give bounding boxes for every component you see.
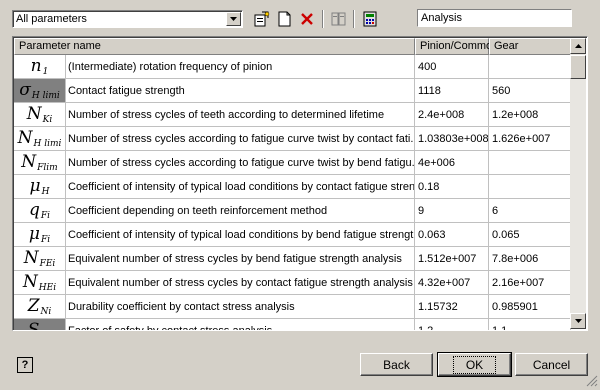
- parameter-symbol: n1: [14, 55, 66, 79]
- cancel-button[interactable]: Cancel: [515, 353, 588, 376]
- scroll-thumb[interactable]: [570, 55, 586, 79]
- gear-value-cell[interactable]: 6: [489, 199, 571, 223]
- pinion-value-cell[interactable]: 4.32e+007: [415, 271, 489, 295]
- properties-icon[interactable]: [253, 10, 271, 28]
- pinion-value-cell[interactable]: 1.2: [415, 319, 489, 330]
- parameter-name-cell: Contact fatigue strength: [66, 79, 415, 103]
- parameter-name-cell: Number of stress cycles according to fat…: [66, 151, 415, 175]
- scroll-up-icon[interactable]: [570, 38, 586, 54]
- parameter-symbol: N Ki: [14, 103, 66, 127]
- cancel-button-label: Cancel: [532, 357, 571, 372]
- ok-button[interactable]: OK: [437, 352, 512, 377]
- parameter-symbol: NH limi: [14, 127, 66, 151]
- gear-value-cell[interactable]: 2.16e+007: [489, 271, 571, 295]
- pinion-value-cell[interactable]: 1.512e+007: [415, 247, 489, 271]
- gear-value-cell[interactable]: 0.065: [489, 223, 571, 247]
- parameter-name-cell: (Intermediate) rotation frequency of pin…: [66, 55, 415, 79]
- pinion-value-cell[interactable]: 0.18: [415, 175, 489, 199]
- pinion-value-cell[interactable]: 0.063: [415, 223, 489, 247]
- table-row[interactable]: n 1 (Intermediate) rotation frequency of p…: [14, 55, 571, 79]
- parameter-symbol: N HEi: [14, 271, 66, 295]
- ok-button-label: OK: [452, 355, 497, 374]
- parameter-name-cell: Durability coefficient by contact stress…: [66, 295, 415, 319]
- resize-grip-icon[interactable]: [586, 375, 598, 387]
- parameter-name-cell: Coefficient of intensity of typical load…: [66, 223, 415, 247]
- table-row[interactable]: N Ki Number of stress cycles of teeth acco…: [14, 103, 571, 127]
- column-header-gear[interactable]: Gear: [489, 38, 571, 55]
- gear-value-cell[interactable]: 7.8e+006: [489, 247, 571, 271]
- parameter-symbol: σH limi: [14, 79, 66, 103]
- parameter-name-cell: Equivalent number of stress cycles by co…: [66, 271, 415, 295]
- table-row[interactable]: Z Ni Durability coefficient by contact str…: [14, 295, 571, 319]
- parameter-filter-select[interactable]: All parameters: [12, 10, 243, 28]
- table-row[interactable]: μ H Coefficient of intensity of typical lo…: [14, 175, 571, 199]
- gear-value-cell[interactable]: [489, 151, 571, 175]
- table-row[interactable]: N FEi Equivalent number of stress cycles b…: [14, 247, 571, 271]
- parameter-symbol: SHi: [14, 319, 66, 330]
- parameter-name-cell: Coefficient of intensity of typical load…: [66, 175, 415, 199]
- parameter-symbol: μH: [14, 175, 66, 199]
- gear-value-cell[interactable]: [489, 175, 571, 199]
- scroll-down-icon[interactable]: [570, 313, 586, 329]
- analysis-label: Analysis: [421, 12, 462, 24]
- gear-value-cell[interactable]: [489, 55, 571, 79]
- columns-icon[interactable]: [330, 10, 348, 28]
- pinion-value-cell[interactable]: 9: [415, 199, 489, 223]
- help-icon[interactable]: ?: [17, 357, 33, 373]
- parameter-name-cell: Factor of safety by contact stress analy…: [66, 319, 415, 330]
- parameter-symbol: μ Fi: [14, 223, 66, 247]
- parameter-symbol: Z Ni: [14, 295, 66, 319]
- parameter-symbol: q Fi: [14, 199, 66, 223]
- table-row[interactable]: N Flim Number of stress cycles according t…: [14, 151, 571, 175]
- toolbar-separator: [353, 10, 354, 28]
- pinion-value-cell[interactable]: 2.4e+008: [415, 103, 489, 127]
- back-button[interactable]: Back: [360, 353, 433, 376]
- parameter-name-cell: Coefficient depending on teeth reinforce…: [66, 199, 415, 223]
- chevron-down-icon[interactable]: [226, 12, 241, 26]
- table-row[interactable]: μ Fi Coefficient of intensity of typical l…: [14, 223, 571, 247]
- parameter-name-cell: Equivalent number of stress cycles by be…: [66, 247, 415, 271]
- back-button-label: Back: [383, 357, 410, 372]
- toolbar-separator: [322, 10, 323, 28]
- column-header-pinion[interactable]: Pinion/Common: [415, 38, 498, 55]
- pinion-value-cell[interactable]: 1.15732: [415, 295, 489, 319]
- parameter-filter-value: All parameters: [16, 13, 87, 25]
- table-row[interactable]: σH limi Contact fatigue strength 1118 560: [14, 79, 571, 103]
- gear-value-cell[interactable]: 1.626e+007: [489, 127, 571, 151]
- pinion-value-cell[interactable]: 1.03803e+008: [415, 127, 489, 151]
- table-row[interactable]: q Fi Coefficient depending on teeth reinfo…: [14, 199, 571, 223]
- parameter-symbol: N FEi: [14, 247, 66, 271]
- gear-value-cell[interactable]: 560: [489, 79, 571, 103]
- table-row[interactable]: N HEi Equivalent number of stress cycles b…: [14, 271, 571, 295]
- pinion-value-cell[interactable]: 1118: [415, 79, 489, 103]
- gear-value-cell[interactable]: 1.1: [489, 319, 571, 330]
- new-document-icon[interactable]: [276, 10, 294, 28]
- delete-icon[interactable]: [298, 10, 316, 28]
- table-row[interactable]: NH limi Number of stress cycles according…: [14, 127, 571, 151]
- column-header-parameter-name[interactable]: Parameter name: [14, 38, 415, 55]
- analysis-field[interactable]: Analysis: [417, 9, 572, 27]
- parameter-name-cell: Number of stress cycles of teeth accordi…: [66, 103, 415, 127]
- parameter-symbol: N Flim: [14, 151, 66, 175]
- parameter-grid[interactable]: Parameter name Pinion/Common Gear n 1 (Int…: [12, 36, 588, 331]
- pinion-value-cell[interactable]: 4e+006: [415, 151, 489, 175]
- calculator-icon[interactable]: [361, 10, 379, 28]
- gear-value-cell[interactable]: 0.985901: [489, 295, 571, 319]
- table-row[interactable]: SHiFactor of safety by contact stress an…: [14, 319, 571, 330]
- pinion-value-cell[interactable]: 400: [415, 55, 489, 79]
- gear-value-cell[interactable]: 1.2e+008: [489, 103, 571, 127]
- vertical-scrollbar[interactable]: [570, 38, 586, 329]
- parameter-name-cell: Number of stress cycles according to fat…: [66, 127, 415, 151]
